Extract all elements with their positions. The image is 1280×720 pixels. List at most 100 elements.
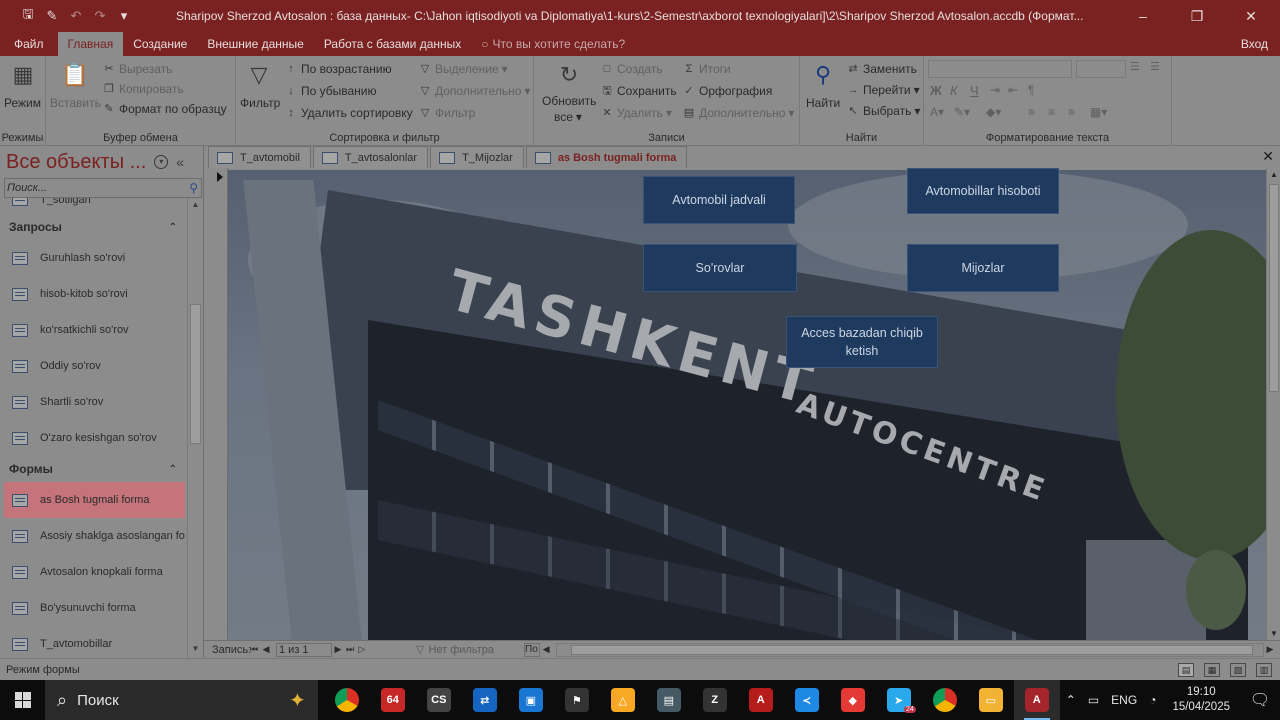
scroll-up-icon[interactable]: ▲ bbox=[190, 200, 201, 212]
increase-indent-icon[interactable]: ⇥ bbox=[990, 83, 1000, 97]
taskbar-app-chrome-2[interactable] bbox=[922, 680, 968, 720]
form-horizontal-scrollbar[interactable] bbox=[556, 642, 1264, 657]
nav-title[interactable]: Все объекты ... bbox=[6, 151, 146, 174]
doc-tab-table[interactable]: T_Mijozlar bbox=[430, 146, 524, 168]
decrease-indent-icon[interactable]: ⇤ bbox=[1008, 83, 1018, 97]
scroll-up-icon[interactable]: ▲ bbox=[1270, 170, 1278, 179]
collapse-pane-icon[interactable]: « bbox=[176, 154, 184, 170]
close-document-icon[interactable]: ✕ bbox=[1262, 148, 1274, 165]
select-button[interactable]: ↖ Выбрать ▾ bbox=[846, 104, 920, 118]
next-record-icon[interactable]: ▶ bbox=[332, 644, 344, 655]
minimize-icon[interactable]: – bbox=[1120, 8, 1166, 25]
align-center-icon[interactable]: ≡ bbox=[1048, 105, 1055, 119]
layout-view-icon[interactable]: ▦ bbox=[1204, 662, 1220, 677]
taskbar-app-cs[interactable]: CS bbox=[416, 680, 462, 720]
taskbar-app-vscode[interactable]: ≺ bbox=[784, 680, 830, 720]
bold-button[interactable]: Ж bbox=[930, 83, 942, 98]
nav-item-form[interactable]: Asosiy shaklga asoslangan fo... bbox=[4, 518, 185, 554]
form-view-icon[interactable]: ✎ bbox=[42, 6, 62, 26]
nav-scrollbar[interactable]: ▲ ▼ bbox=[187, 198, 202, 658]
record-search-box[interactable]: По bbox=[524, 642, 541, 657]
nav-item-form[interactable]: as Bosh tugmali forma bbox=[4, 482, 185, 518]
cars-table-button[interactable]: Avtomobil jadvali bbox=[643, 176, 795, 224]
datasheet-view-icon[interactable]: ▥ bbox=[1256, 662, 1272, 677]
scroll-down-icon[interactable]: ▼ bbox=[190, 644, 201, 656]
tab-home[interactable]: Главная bbox=[57, 32, 124, 56]
toggle-filter-button[interactable]: ▽ Фильтр bbox=[418, 106, 476, 120]
nav-item-query[interactable]: Shartli so'rov bbox=[4, 384, 185, 420]
taskbar-app-save-app[interactable]: ▤ bbox=[646, 680, 692, 720]
design-view-icon[interactable]: ▧ bbox=[1230, 662, 1246, 677]
filter-button[interactable]: Фильтр bbox=[240, 96, 280, 110]
copy-button[interactable]: ❐ Копировать bbox=[102, 82, 184, 96]
nav-item-query[interactable]: hisob-kitob so'rovi bbox=[4, 276, 185, 312]
new-record-button[interactable]: □ Создать bbox=[600, 62, 663, 76]
nav-scroll-thumb[interactable] bbox=[190, 304, 201, 444]
filter-icon[interactable]: ▽ bbox=[244, 60, 274, 90]
doc-tab-table[interactable]: T_avtomobil bbox=[208, 146, 311, 168]
view-mode-button[interactable]: Режим bbox=[4, 96, 41, 110]
clock[interactable]: 19:10 15/04/2025 bbox=[1162, 685, 1240, 715]
taskbar-app-acrobat[interactable]: A bbox=[738, 680, 784, 720]
queries-button[interactable]: So'rovlar bbox=[643, 244, 797, 292]
refresh-all-button-line1[interactable]: Обновить bbox=[542, 94, 596, 108]
fill-color-icon[interactable]: ◆▾ bbox=[986, 105, 1001, 119]
refresh-icon[interactable]: ↻ bbox=[554, 60, 584, 90]
nav-item-query[interactable]: ko'rsatkichli so'rov bbox=[4, 312, 185, 348]
form-hscroll-thumb[interactable] bbox=[571, 644, 1254, 655]
tab-create[interactable]: Создание bbox=[123, 32, 197, 56]
taskbar-app-explorer[interactable]: ▭ bbox=[968, 680, 1014, 720]
taskbar-app-anydesk[interactable]: ◆ bbox=[830, 680, 876, 720]
doc-tab-form[interactable]: as Bosh tugmali forma bbox=[525, 146, 688, 168]
align-right-icon[interactable]: ≡ bbox=[1068, 105, 1075, 119]
taskbar-app-64bit[interactable]: 64 bbox=[370, 680, 416, 720]
search-icon[interactable]: ⚲ bbox=[189, 181, 201, 195]
font-color-icon[interactable]: A▾ bbox=[930, 105, 944, 119]
highlight-icon[interactable]: ✎▾ bbox=[954, 105, 970, 119]
record-counter[interactable]: 1 из 1 bbox=[276, 642, 332, 657]
close-icon[interactable]: ✕ bbox=[1228, 8, 1274, 25]
nav-item-form[interactable]: T_avtomobillar bbox=[4, 626, 185, 658]
sign-in-link[interactable]: Вход bbox=[1231, 32, 1280, 56]
find-icon[interactable]: ⚲ bbox=[808, 60, 838, 90]
taskbar-app-telegram[interactable]: ➤ 24 bbox=[876, 680, 922, 720]
taskbar-app-app-runner[interactable]: ⚑ bbox=[554, 680, 600, 720]
new-record-icon[interactable]: ▷ bbox=[356, 644, 368, 655]
nav-item-query[interactable]: Guruhlash so'rovi bbox=[4, 240, 185, 276]
exit-database-button[interactable]: Acces bazadan chiqib ketish bbox=[786, 316, 938, 368]
delete-record-button[interactable]: ✕ Удалить ▾ bbox=[600, 106, 671, 120]
filter-status[interactable]: ▽ Нет фильтра bbox=[416, 643, 494, 657]
form-scroll-thumb[interactable] bbox=[1269, 184, 1279, 392]
nav-search-box[interactable]: Поиск... ⚲ bbox=[4, 178, 202, 198]
font-size-box[interactable] bbox=[1076, 60, 1126, 78]
cut-button[interactable]: ✂ Вырезать bbox=[102, 62, 172, 76]
tell-me-box[interactable]: ○ Что вы хотите сделать? bbox=[471, 32, 635, 56]
view-mode-icon[interactable]: ▦ bbox=[8, 60, 38, 90]
undo-icon[interactable]: ↶ bbox=[66, 6, 86, 26]
form-vertical-scrollbar[interactable]: ▲ ▼ bbox=[1266, 168, 1280, 640]
format-painter-button[interactable]: ✎ Формат по образцу bbox=[102, 102, 226, 116]
taskbar-app-app-yellow[interactable]: △ bbox=[600, 680, 646, 720]
ltr-icon[interactable]: ¶ bbox=[1028, 83, 1034, 97]
advanced-filter-dropdown[interactable]: ▽ Дополнительно ▾ bbox=[418, 84, 531, 98]
network-icon[interactable]: ◔ bbox=[1143, 693, 1162, 707]
replace-button[interactable]: ⇄ Заменить bbox=[846, 62, 917, 76]
scroll-left-icon[interactable]: ◀ bbox=[540, 644, 552, 655]
redo-icon[interactable]: ↷ bbox=[90, 6, 110, 26]
more-records-button[interactable]: ▤ Дополнительно ▾ bbox=[682, 106, 795, 120]
nav-item-form[interactable]: Avtosalon knopkali forma bbox=[4, 554, 185, 590]
scroll-down-icon[interactable]: ▼ bbox=[1270, 629, 1278, 638]
refresh-all-button-line2[interactable]: все ▾ bbox=[554, 110, 582, 124]
save-icon[interactable]: 🖫 bbox=[18, 6, 38, 26]
chevron-down-icon[interactable]: ▾ bbox=[154, 155, 169, 169]
clients-button[interactable]: Mijozlar bbox=[907, 244, 1059, 292]
tab-file[interactable]: Файл bbox=[0, 32, 58, 56]
nav-item-tables[interactable]: T_sotilgan bbox=[4, 198, 185, 206]
totals-button[interactable]: Σ Итоги bbox=[682, 62, 731, 76]
last-record-icon[interactable]: ⏭ bbox=[344, 644, 356, 655]
spelling-button[interactable]: ✓ Орфография bbox=[682, 84, 772, 98]
sort-ascending-button[interactable]: ↑ По возрастанию bbox=[284, 62, 391, 76]
start-button[interactable] bbox=[0, 680, 45, 720]
cars-report-button[interactable]: Avtomobillar hisoboti bbox=[907, 168, 1059, 214]
save-record-button[interactable]: 🖫 Сохранить bbox=[600, 84, 676, 98]
